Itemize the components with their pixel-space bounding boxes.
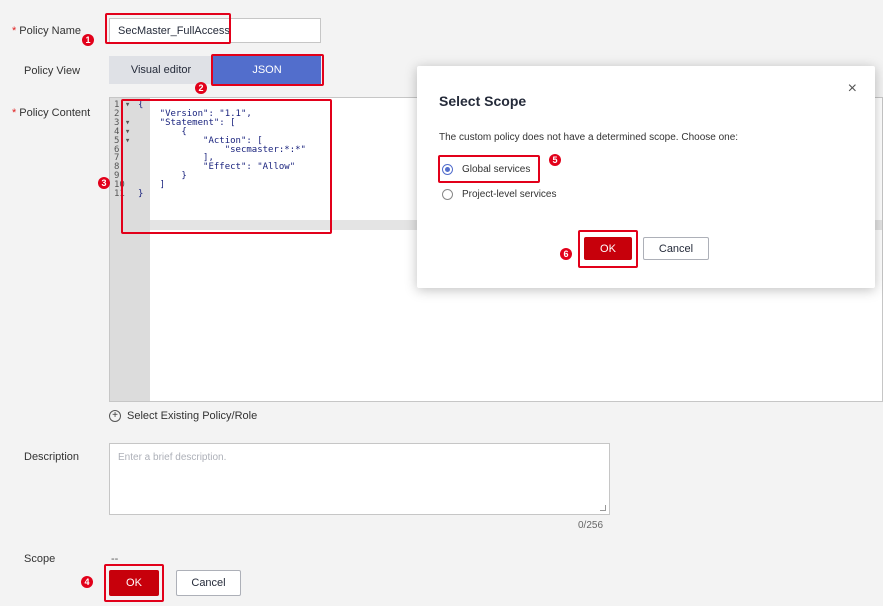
description-label: Description xyxy=(24,451,80,463)
dialog-ok-button[interactable]: OK xyxy=(584,237,632,260)
policy-view-label: Policy View xyxy=(24,65,81,77)
description-placeholder: Enter a brief description. xyxy=(118,452,227,463)
code-text: } xyxy=(138,189,144,200)
radio-unselected-icon[interactable] xyxy=(442,189,453,200)
cancel-button[interactable]: Cancel xyxy=(176,570,241,596)
select-existing-link[interactable]: + Select Existing Policy/Role xyxy=(109,410,257,422)
radio-label-global: Global services xyxy=(462,164,531,175)
editor-code: 1 ▾ {2 "Version": "1.1", 3 ▾ "Statement":… xyxy=(114,101,306,199)
description-field[interactable]: Enter a brief description. xyxy=(109,443,610,515)
select-scope-dialog: Select Scope × The custom policy does no… xyxy=(417,66,875,288)
policy-name-label: * Policy Name xyxy=(12,25,81,37)
code-line: 11 } xyxy=(114,190,306,199)
dialog-cancel-button[interactable]: Cancel xyxy=(643,237,709,260)
line-number: 11 xyxy=(114,189,136,200)
policy-name-label-text: Policy Name xyxy=(19,25,82,37)
resize-handle-icon[interactable] xyxy=(600,505,606,511)
dialog-description: The custom policy does not have a determ… xyxy=(439,132,739,143)
policy-content-label: * Policy Content xyxy=(12,107,90,119)
step-badge-4: 4 xyxy=(81,576,93,588)
radio-project-services[interactable]: Project-level services xyxy=(442,189,556,200)
required-marker: * xyxy=(12,107,17,119)
radio-selected-icon[interactable] xyxy=(442,164,453,175)
dialog-title: Select Scope xyxy=(439,93,527,109)
scope-value: -- xyxy=(111,553,119,565)
step-badge-1: 1 xyxy=(82,34,94,46)
description-counter: 0/256 xyxy=(578,520,604,531)
radio-global-services[interactable]: Global services xyxy=(442,164,530,175)
scope-label: Scope xyxy=(24,553,56,565)
step-badge-2: 2 xyxy=(195,82,207,94)
required-marker: * xyxy=(12,25,17,37)
policy-content-label-text: Policy Content xyxy=(19,107,91,119)
tab-visual-editor[interactable]: Visual editor xyxy=(109,56,213,84)
tab-json[interactable]: JSON xyxy=(213,56,321,84)
policy-name-input[interactable]: SecMaster_FullAccess xyxy=(109,18,321,43)
step-badge-3: 3 xyxy=(98,177,110,189)
close-icon[interactable]: × xyxy=(848,80,857,98)
plus-circle-icon: + xyxy=(109,410,121,422)
step-badge-6: 6 xyxy=(560,248,572,260)
step-badge-5: 5 xyxy=(549,154,561,166)
ok-button[interactable]: OK xyxy=(109,570,159,596)
select-existing-label: Select Existing Policy/Role xyxy=(127,410,258,422)
radio-label-project: Project-level services xyxy=(462,189,557,200)
